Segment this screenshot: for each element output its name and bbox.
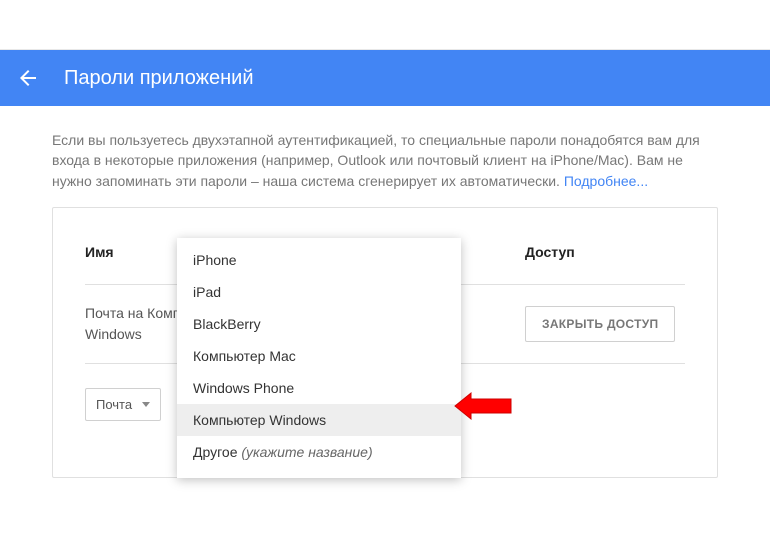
page-title: Пароли приложений [64, 67, 254, 90]
device-dropdown: iPhoneiPadBlackBerryКомпьютер MacWindows… [177, 238, 461, 478]
dropdown-item[interactable]: Компьютер Mac [177, 340, 461, 372]
learn-more-link[interactable]: Подробнее... [564, 173, 648, 189]
dropdown-item[interactable]: BlackBerry [177, 308, 461, 340]
description-text: Если вы пользуетесь двухэтапной аутентиф… [0, 106, 770, 207]
dropdown-item[interactable]: iPad [177, 276, 461, 308]
back-arrow-icon[interactable] [16, 66, 40, 90]
topbar [0, 0, 770, 50]
dropdown-item[interactable]: Windows Phone [177, 372, 461, 404]
page-header: Пароли приложений [0, 50, 770, 106]
app-select[interactable]: Почта [85, 388, 161, 421]
dropdown-item[interactable]: iPhone [177, 244, 461, 276]
dropdown-item-other[interactable]: Другое (укажите название) [177, 436, 461, 468]
col-access-header: Доступ [525, 244, 685, 260]
row-access: ЗАКРЫТЬ ДОСТУП [525, 306, 685, 342]
chevron-down-icon [142, 402, 150, 407]
dropdown-item[interactable]: Компьютер Windows [177, 404, 461, 436]
row-name-line2: Windows [85, 326, 142, 342]
app-select-label: Почта [96, 397, 132, 412]
app-passwords-card: Имя о- Доступ Почта на Компьют Windows З… [52, 207, 718, 478]
revoke-button[interactable]: ЗАКРЫТЬ ДОСТУП [525, 306, 675, 342]
